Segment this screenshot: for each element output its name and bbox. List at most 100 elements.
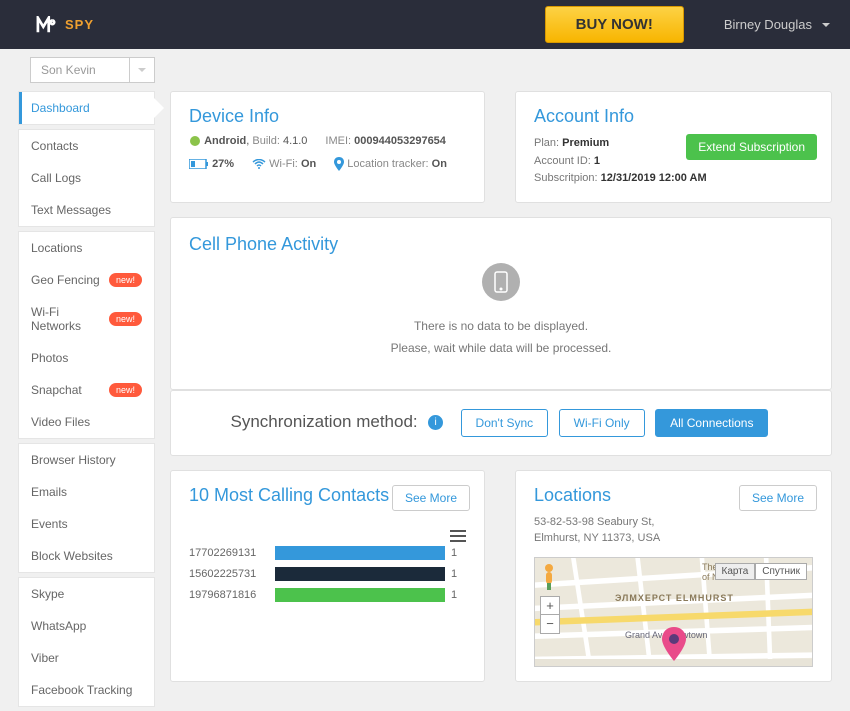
user-name: Birney Douglas <box>724 17 812 32</box>
map-pin-icon <box>662 627 686 666</box>
device-info-card: Device Info Android, Build: 4.1.0 IMEI: … <box>170 91 485 203</box>
sidebar-item[interactable]: Photos <box>19 342 154 374</box>
sync-dont-button[interactable]: Don't Sync <box>461 409 549 437</box>
app-header: SPY BUY NOW! Birney Douglas <box>0 0 850 49</box>
bar-label: 17702269131 <box>189 547 269 559</box>
address-line: 53-82-53-98 Seabury St, <box>534 514 813 531</box>
bar-label: 19796871816 <box>189 589 269 601</box>
sidebar-item-label: WhatsApp <box>31 619 86 633</box>
sidebar-item-label: Photos <box>31 351 68 365</box>
sidebar-item[interactable]: Text Messages <box>19 194 154 226</box>
card-title: Cell Phone Activity <box>189 234 813 255</box>
extend-subscription-button[interactable]: Extend Subscription <box>686 134 817 160</box>
sidebar-item[interactable]: Snapchat new! <box>19 374 154 406</box>
map[interactable]: The Reformed Church of Newtown ЭЛМХЕРСТ … <box>534 557 813 667</box>
phone-icon <box>482 263 520 301</box>
brand-logo: SPY <box>35 16 94 34</box>
sidebar-item[interactable]: Geo Fencing new! <box>19 264 154 296</box>
sidebar-item-label: Wi-Fi Networks <box>31 305 109 333</box>
sidebar-item[interactable]: WhatsApp <box>19 610 154 642</box>
sync-card: Synchronization method: i Don't Sync Wi-… <box>170 390 832 456</box>
sidebar-item[interactable]: Viber <box>19 642 154 674</box>
empty-text-1: There is no data to be displayed. <box>189 319 813 333</box>
bar-row: 17702269131 1 <box>189 546 466 560</box>
chevron-down-icon <box>138 68 146 72</box>
pegman-icon[interactable] <box>540 563 558 596</box>
sidebar: Dashboard Contacts Call Logs Text Messages… <box>0 91 155 711</box>
device-selector-toggle[interactable] <box>130 57 155 83</box>
new-badge: new! <box>109 273 142 287</box>
zoom-in-button[interactable]: + <box>541 597 559 615</box>
bar-label: 15602225731 <box>189 568 269 580</box>
sync-label: Synchronization method: <box>231 412 418 432</box>
empty-text-2: Please, wait while data will be processe… <box>189 341 813 355</box>
map-type-map[interactable]: Карта <box>715 563 756 580</box>
map-poi: ЭЛМХЕРСТ ELMHURST <box>615 593 734 603</box>
sidebar-item-label: Geo Fencing <box>31 273 100 287</box>
address-line: Elmhurst, NY 11373, USA <box>534 530 813 547</box>
sidebar-item[interactable]: Dashboard <box>19 92 154 124</box>
new-badge: new! <box>109 312 142 326</box>
sidebar-item-label: Call Logs <box>31 171 81 185</box>
sidebar-item[interactable]: Block Websites <box>19 540 154 572</box>
bar-value: 1 <box>451 547 463 559</box>
sidebar-item[interactable]: Call Logs <box>19 162 154 194</box>
zoom-out-button[interactable]: − <box>541 615 559 633</box>
sidebar-item[interactable]: Emails <box>19 476 154 508</box>
sidebar-item-label: Snapchat <box>31 383 82 397</box>
card-title: Account Info <box>534 106 813 127</box>
sidebar-item[interactable]: Browser History <box>19 444 154 476</box>
see-more-button[interactable]: See More <box>392 485 470 511</box>
sidebar-item[interactable]: Skype <box>19 578 154 610</box>
main-content: Device Info Android, Build: 4.1.0 IMEI: … <box>155 91 850 711</box>
brand-text: SPY <box>65 17 94 32</box>
locations-card: Locations See More 53-82-53-98 Seabury S… <box>515 470 832 682</box>
android-icon <box>189 135 201 147</box>
map-type-sat[interactable]: Спутник <box>755 563 807 580</box>
sidebar-item-label: Viber <box>31 651 59 665</box>
new-badge: new! <box>109 383 142 397</box>
activity-card: Cell Phone Activity There is no data to … <box>170 217 832 390</box>
sidebar-item[interactable]: Facebook Tracking <box>19 674 154 706</box>
bar-fill <box>275 588 445 602</box>
sync-all-button[interactable]: All Connections <box>655 409 768 437</box>
map-zoom: + − <box>540 596 560 634</box>
sidebar-item-label: Locations <box>31 241 82 255</box>
device-selector[interactable]: Son Kevin <box>30 57 820 83</box>
logo-icon <box>35 16 57 34</box>
device-selector-value: Son Kevin <box>30 57 130 83</box>
location-icon <box>334 157 344 171</box>
map-type-toggle: Карта Спутник <box>715 563 807 580</box>
user-menu[interactable]: Birney Douglas <box>724 17 830 32</box>
sidebar-item-label: Events <box>31 517 68 531</box>
sidebar-item-label: Contacts <box>31 139 78 153</box>
sidebar-item[interactable]: Locations <box>19 232 154 264</box>
card-title: Device Info <box>189 106 466 127</box>
sync-wifi-button[interactable]: Wi-Fi Only <box>559 409 645 437</box>
sidebar-item-label: Video Files <box>31 415 90 429</box>
sidebar-item-label: Emails <box>31 485 67 499</box>
bar-fill <box>275 567 445 581</box>
subheader: Son Kevin <box>0 49 850 91</box>
bar-value: 1 <box>451 589 463 601</box>
wifi-icon <box>252 159 266 169</box>
account-info-card: Account Info Plan: Premium Account ID: 1… <box>515 91 832 203</box>
bar-row: 15602225731 1 <box>189 567 466 581</box>
info-icon[interactable]: i <box>428 415 443 430</box>
sidebar-item-label: Skype <box>31 587 64 601</box>
chevron-down-icon <box>822 23 830 27</box>
sidebar-item-label: Facebook Tracking <box>31 683 132 697</box>
sidebar-item[interactable]: Contacts <box>19 130 154 162</box>
sidebar-item-label: Text Messages <box>31 203 111 217</box>
sidebar-item[interactable]: Video Files <box>19 406 154 438</box>
sidebar-item[interactable]: Wi-Fi Networksnew! <box>19 296 154 342</box>
bar-value: 1 <box>451 568 463 580</box>
sidebar-item-label: Dashboard <box>31 101 90 115</box>
sidebar-item[interactable]: Events <box>19 508 154 540</box>
sidebar-item-label: Browser History <box>31 453 116 467</box>
see-more-button[interactable]: See More <box>739 485 817 511</box>
bar-row: 19796871816 1 <box>189 588 466 602</box>
buy-now-button[interactable]: BUY NOW! <box>545 6 684 43</box>
contacts-card: 10 Most Calling Contacts See More 177022… <box>170 470 485 682</box>
chart-menu-icon[interactable] <box>450 527 466 545</box>
